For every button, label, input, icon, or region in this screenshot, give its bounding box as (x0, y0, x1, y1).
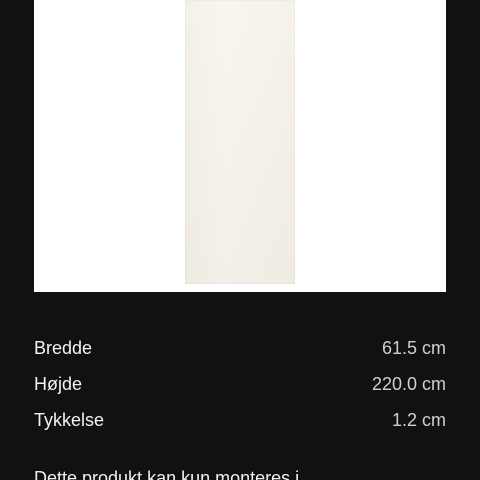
thickness-label: Tykkelse (34, 410, 105, 430)
door-panel-shade (185, 0, 295, 284)
thickness-value: 1.2 cm (391, 410, 446, 430)
dimensions-list: Bredde 61.5 cm Højde 220.0 cm Tykkelse 1… (34, 330, 446, 438)
product-image-area (34, 0, 446, 292)
product-details-screen: Bredde 61.5 cm Højde 220.0 cm Tykkelse 1… (0, 0, 480, 480)
width-row: Bredde 61.5 cm (34, 330, 446, 366)
width-value: 61.5 cm (381, 338, 446, 358)
thickness-row: Tykkelse 1.2 cm (34, 402, 446, 438)
height-label: Højde (34, 374, 83, 394)
door-panel-image (185, 0, 295, 284)
height-value: 220.0 cm (371, 374, 446, 394)
height-row: Højde 220.0 cm (34, 366, 446, 402)
width-label: Bredde (34, 338, 93, 358)
product-description: Dette produkt kan kun monteres i (34, 468, 300, 480)
